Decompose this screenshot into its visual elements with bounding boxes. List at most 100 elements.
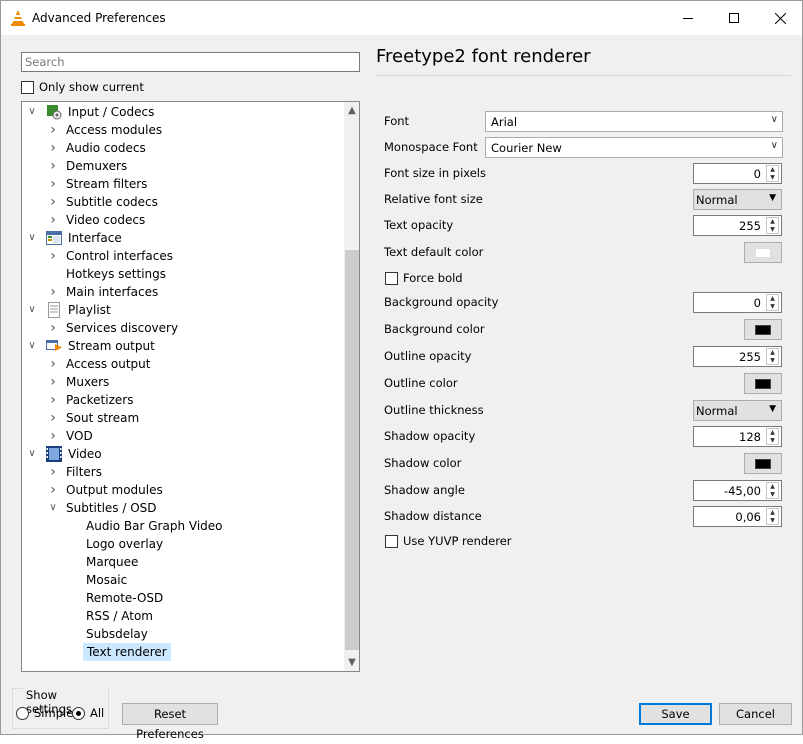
chevron-right-icon[interactable]: › — [47, 427, 59, 445]
tree-item[interactable]: › Audio codecs — [22, 139, 343, 157]
tree-item[interactable]: › Muxers — [22, 373, 343, 391]
spin-arrows[interactable]: ▲ ▼ — [766, 428, 779, 445]
spin-up-icon[interactable]: ▲ — [767, 429, 778, 437]
tree-item[interactable]: ∨ Subtitles / OSD — [22, 499, 343, 517]
tree-item[interactable]: › Access modules — [22, 121, 343, 139]
chevron-right-icon[interactable]: › — [47, 157, 59, 175]
chevron-right-icon[interactable]: › — [47, 409, 59, 427]
tree-category[interactable]: ∨ Playlist — [22, 301, 343, 319]
spin-arrows[interactable]: ▲ ▼ — [766, 217, 779, 234]
scroll-down-icon[interactable]: ▼ — [344, 654, 359, 671]
tree-item[interactable]: Subsdelay — [22, 625, 343, 643]
font-size-spinbox[interactable]: 0 ▲ ▼ — [693, 163, 782, 184]
shadow-color-button[interactable] — [744, 453, 782, 474]
tree-item[interactable]: › Demuxers — [22, 157, 343, 175]
tree-item[interactable]: Hotkeys settings — [22, 265, 343, 283]
tree-item[interactable]: › Control interfaces — [22, 247, 343, 265]
spin-down-icon[interactable]: ▼ — [767, 437, 778, 445]
chevron-right-icon[interactable]: › — [47, 193, 59, 211]
chevron-down-icon[interactable]: ∨ — [26, 337, 38, 355]
monospace-font-combo[interactable]: Courier New ∨ — [485, 137, 783, 158]
all-radio[interactable]: All — [72, 706, 104, 720]
chevron-down-icon[interactable]: ∨ — [26, 301, 38, 319]
text-opacity-spinbox[interactable]: 255 ▲ ▼ — [693, 215, 782, 236]
simple-radio[interactable]: Simple — [16, 706, 73, 720]
save-button[interactable]: Save — [639, 703, 712, 725]
chevron-right-icon[interactable]: › — [47, 373, 59, 391]
chevron-right-icon[interactable]: › — [47, 175, 59, 193]
spin-arrows[interactable]: ▲ ▼ — [766, 165, 779, 182]
tree-item[interactable]: Marquee — [22, 553, 343, 571]
spin-up-icon[interactable]: ▲ — [767, 166, 778, 174]
tree-item[interactable]: › VOD — [22, 427, 343, 445]
shadow-angle-spinbox[interactable]: -45,00 ▲ ▼ — [693, 480, 782, 501]
font-combo[interactable]: Arial ∨ — [485, 111, 783, 132]
scrollbar-thumb[interactable] — [345, 250, 359, 650]
background-opacity-spinbox[interactable]: 0 ▲ ▼ — [693, 292, 782, 313]
shadow-opacity-spinbox[interactable]: 128 ▲ ▼ — [693, 426, 782, 447]
checkbox-box[interactable] — [21, 80, 34, 94]
tree-item[interactable]: RSS / Atom — [22, 607, 343, 625]
shadow-distance-spinbox[interactable]: 0,06 ▲ ▼ — [693, 506, 782, 527]
radio-circle[interactable] — [16, 706, 29, 720]
spin-arrows[interactable]: ▲ ▼ — [766, 482, 779, 499]
spin-arrows[interactable]: ▲ ▼ — [766, 348, 779, 365]
reset-preferences-button[interactable]: Reset Preferences — [122, 703, 218, 741]
only-show-current-checkbox[interactable]: Only show current — [21, 80, 144, 94]
tree-item[interactable]: › Filters — [22, 463, 343, 481]
cancel-button[interactable]: Cancel — [719, 703, 792, 725]
tree-item[interactable]: › Packetizers — [22, 391, 343, 409]
chevron-down-icon[interactable]: ∨ — [26, 229, 38, 247]
chevron-right-icon[interactable]: › — [47, 391, 59, 409]
maximize-button[interactable] — [711, 1, 757, 35]
spin-arrows[interactable]: ▲ ▼ — [766, 294, 779, 311]
spin-down-icon[interactable]: ▼ — [767, 517, 778, 525]
checkbox-box[interactable] — [385, 271, 398, 285]
spin-up-icon[interactable]: ▲ — [767, 295, 778, 303]
chevron-right-icon[interactable]: › — [47, 211, 59, 229]
spin-up-icon[interactable]: ▲ — [767, 509, 778, 517]
tree-item[interactable]: Remote-OSD — [22, 589, 343, 607]
chevron-right-icon[interactable]: › — [47, 463, 59, 481]
outline-opacity-spinbox[interactable]: 255 ▲ ▼ — [693, 346, 782, 367]
spin-down-icon[interactable]: ▼ — [767, 174, 778, 182]
text-color-button[interactable] — [744, 242, 782, 263]
spin-down-icon[interactable]: ▼ — [767, 226, 778, 234]
tree-item[interactable]: › Stream filters — [22, 175, 343, 193]
tree-item[interactable]: Text renderer — [22, 643, 343, 661]
spin-down-icon[interactable]: ▼ — [767, 303, 778, 311]
relative-font-size-combo[interactable]: Normal ▼ — [693, 189, 782, 210]
chevron-down-icon[interactable]: ∨ — [26, 103, 38, 121]
tree-item[interactable]: › Main interfaces — [22, 283, 343, 301]
chevron-right-icon[interactable]: › — [47, 283, 59, 301]
chevron-right-icon[interactable]: › — [47, 355, 59, 373]
tree-item[interactable]: Audio Bar Graph Video — [22, 517, 343, 535]
spin-down-icon[interactable]: ▼ — [767, 491, 778, 499]
tree-category[interactable]: ∨ Stream output — [22, 337, 343, 355]
chevron-right-icon[interactable]: › — [47, 481, 59, 499]
scroll-up-icon[interactable]: ▲ — [344, 102, 359, 119]
chevron-right-icon[interactable]: › — [47, 139, 59, 157]
tree-item[interactable]: › Subtitle codecs — [22, 193, 343, 211]
tree-scrollbar[interactable]: ▲ ▼ — [344, 102, 359, 671]
tree-item[interactable]: › Output modules — [22, 481, 343, 499]
spin-up-icon[interactable]: ▲ — [767, 349, 778, 357]
tree-category[interactable]: ∨ Interface — [22, 229, 343, 247]
close-button[interactable] — [757, 1, 803, 35]
chevron-down-icon[interactable]: ∨ — [26, 445, 38, 463]
chevron-down-icon[interactable]: ∨ — [47, 499, 59, 517]
search-input[interactable] — [21, 52, 360, 72]
minimize-button[interactable] — [665, 1, 711, 35]
spin-down-icon[interactable]: ▼ — [767, 357, 778, 365]
tree-category[interactable]: ∨ Video — [22, 445, 343, 463]
preferences-tree[interactable]: ∨ Input / Codecs › Access modules › Audio cod… — [21, 101, 360, 672]
radio-circle[interactable] — [72, 706, 85, 720]
tree-item[interactable]: › Access output — [22, 355, 343, 373]
tree-item[interactable]: › Sout stream — [22, 409, 343, 427]
force-bold-checkbox[interactable]: Force bold — [385, 271, 463, 285]
tree-item[interactable]: › Services discovery — [22, 319, 343, 337]
chevron-right-icon[interactable]: › — [47, 319, 59, 337]
spin-up-icon[interactable]: ▲ — [767, 483, 778, 491]
chevron-right-icon[interactable]: › — [47, 121, 59, 139]
chevron-right-icon[interactable]: › — [47, 247, 59, 265]
